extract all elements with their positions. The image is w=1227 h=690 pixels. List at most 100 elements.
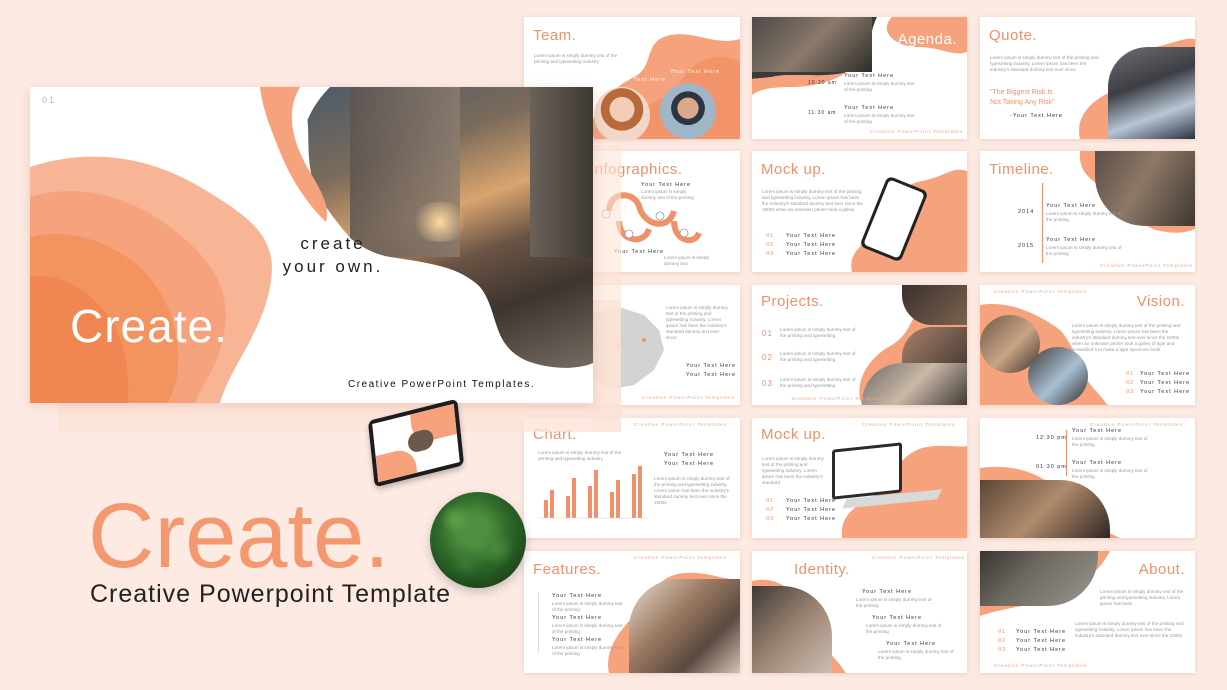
chart-desc: Lorem ipsum is simply dummy text of the … <box>654 476 730 505</box>
identity-item-2: Your Text Here <box>872 615 923 621</box>
identity-desc-2: Lorem ipsum is simply dummy text of the … <box>866 623 942 634</box>
mockup2-num-3: 03 <box>766 516 775 522</box>
slide-thumb-features[interactable]: Creative PowerPoint Templates Features. … <box>524 551 740 673</box>
mockup2-item-1: Your Text Here <box>786 498 837 504</box>
slide-thumb-mockup-phone[interactable]: Mock up. Lorem ipsum is simply dummy tex… <box>752 151 967 272</box>
mockup2-body: Lorem ipsum is simply dummy text of the … <box>762 456 824 485</box>
features-desc-2: Lorem ipsum is simply dummy text of the … <box>552 623 623 634</box>
tablet-screen <box>372 403 460 483</box>
team-member-photo-2 <box>660 83 716 139</box>
agenda-title: Agenda. <box>897 31 957 48</box>
team-title: Team. <box>533 27 577 44</box>
projects-title: Projects. <box>761 293 824 310</box>
cover-slide[interactable]: 01 create your own. Create. Creative Pow… <box>30 87 593 403</box>
features-title: Features. <box>533 561 601 578</box>
quote-line-1: "The Biggest Risk Is <box>990 89 1053 96</box>
features-item-2: Your Text Here <box>552 615 603 621</box>
potted-plant-decoration <box>430 492 526 588</box>
mockup1-num-1: 01 <box>766 233 775 239</box>
about-item-2: Your Text Here <box>1016 638 1067 644</box>
slide-thumb-schedule[interactable]: Creative PowerPoint Templates 12:30 pm 0… <box>980 418 1195 538</box>
mockup1-item-3: Your Text Here <box>786 251 837 257</box>
features-desc-3: Lorem ipsum is simply dummy text of the … <box>552 645 623 656</box>
about-num-3: 03 <box>998 647 1007 653</box>
map-footer: Creative PowerPoint Templates <box>642 395 736 400</box>
slide-thumb-mockup-laptop[interactable]: Creative PowerPoint Templates Mock up. L… <box>752 418 967 538</box>
quote-text: "The Biggest Risk Is Not Taking Any Risk" <box>990 88 1055 108</box>
agenda-desc-2: Lorem ipsum is simply dummy text of the … <box>844 113 915 124</box>
about-footer: Creative PowerPoint Templates <box>994 663 1088 668</box>
mockup2-item-2: Your Text Here <box>786 507 837 513</box>
infographics-desc-1: Lorem ipsum is simply dummy text of the … <box>641 189 694 200</box>
mockup1-item-1: Your Text Here <box>786 233 837 239</box>
timeline-label-2: Your Text Here <box>1046 237 1097 243</box>
features-axis <box>538 593 539 653</box>
projects-photo-2 <box>902 327 967 367</box>
vision-item-3: Your Text Here <box>1140 389 1191 395</box>
timeline-label-1: Your Text Here <box>1046 203 1097 209</box>
vision-header: Creative PowerPoint Templates <box>994 289 1088 294</box>
slide-thumb-quote[interactable]: Quote. Lorem ipsum is simply dummy text … <box>980 17 1195 139</box>
team-label-1: Your Text Here <box>616 77 667 83</box>
team-member-photo-1 <box>594 87 650 139</box>
template-preview-canvas: Team. Lorem ipsum is simply dummy text o… <box>0 0 1227 690</box>
map-label-2: Your Text Here <box>686 372 737 378</box>
projects-num-3: 03 <box>762 379 773 388</box>
quote-body-text: Lorem ipsum is simply dummy text of the … <box>990 55 1099 72</box>
slide-thumb-agenda[interactable]: Agenda. 10:30 am 11:30 am Your Text Here… <box>752 17 967 139</box>
vision-num-2: 02 <box>1126 380 1135 386</box>
features-item-3: Your Text Here <box>552 637 603 643</box>
cover-shadow-edge <box>593 145 621 432</box>
projects-desc-3: Lorem ipsum is simply dummy text of the … <box>780 377 856 388</box>
slide-thumb-projects[interactable]: Projects. 01 02 03 Lorem ipsum is simply… <box>752 285 967 405</box>
schedule-label-2: Your Text Here <box>1072 460 1123 466</box>
identity-title: Identity. <box>794 561 850 578</box>
timeline-year-2: 2015 <box>1018 243 1035 249</box>
projects-desc-1: Lorem ipsum is simply dummy text of the … <box>780 327 856 338</box>
identity-item-1: Your Text Here <box>862 589 913 595</box>
cover-page-number: 01 <box>42 95 57 105</box>
slide-thumb-chart[interactable]: Creative PowerPoint Templates Chart. Lor… <box>524 418 740 538</box>
slide-thumb-vision[interactable]: Creative PowerPoint Templates Vision. Lo… <box>980 285 1195 405</box>
cover-tagline-line-1: create <box>300 234 366 253</box>
cover-title: Create. <box>70 300 228 352</box>
timeline-desc-2: Lorem ipsum is simply dummy text of the … <box>1046 245 1122 256</box>
identity-item-3: Your Text Here <box>886 641 937 647</box>
mockup1-num-2: 02 <box>766 242 775 248</box>
identity-desc-3: Lorem ipsum is simply dummy text of the … <box>878 649 954 660</box>
agenda-label-1: Your Text Here <box>844 73 895 79</box>
slide-thumb-timeline[interactable]: Timeline. 2014 2015 Your Text Here Your … <box>980 151 1195 272</box>
projects-footer: Creative PowerPoint Templates <box>792 396 886 401</box>
cover-footer: Creative PowerPoint Templates. <box>348 379 536 390</box>
infographics-desc-2: Lorem ipsum is simply dummy text <box>664 255 710 266</box>
projects-num-2: 02 <box>762 353 773 362</box>
about-title: About. <box>1138 561 1185 578</box>
hero-subtitle: Creative Powerpoint Template <box>90 580 452 608</box>
timeline-year-1: 2014 <box>1018 209 1035 215</box>
timeline-desc-1: Lorem ipsum is simply dummy text of the … <box>1046 211 1122 222</box>
schedule-time-1: 12:30 pm <box>1036 435 1067 441</box>
about-item-3: Your Text Here <box>1016 647 1067 653</box>
about-body-1: Lorem ipsum is simply dummy text of the … <box>1100 589 1184 606</box>
vision-num-3: 03 <box>1126 389 1135 395</box>
slide-thumb-about[interactable]: About. Lorem ipsum is simply dummy text … <box>980 551 1195 673</box>
mockup2-num-2: 02 <box>766 507 775 513</box>
features-item-1: Your Text Here <box>552 593 603 599</box>
vision-body: Lorem ipsum is simply dummy text of the … <box>1072 323 1181 352</box>
slide-thumb-identity[interactable]: Creative PowerPoint Templates Identity. … <box>752 551 967 673</box>
schedule-axis <box>1066 430 1067 476</box>
vision-item-2: Your Text Here <box>1140 380 1191 386</box>
features-header: Creative PowerPoint Templates <box>634 555 728 560</box>
timeline-footer: Creative PowerPoint Templates <box>1100 263 1194 268</box>
agenda-time-1: 10:30 am <box>808 80 837 86</box>
agenda-laptop-photo <box>752 17 872 72</box>
hero-title: Create. <box>88 485 390 587</box>
infographics-label-2: Your Text Here <box>614 249 665 255</box>
timeline-title: Timeline. <box>989 161 1054 178</box>
vision-num-1: 01 <box>1126 371 1135 377</box>
quote-line-2: Not Taking Any Risk" <box>990 99 1055 106</box>
schedule-desc-1: Lorem ipsum is simply dummy text of the … <box>1072 436 1148 447</box>
laptop-mockup-screen <box>832 442 902 500</box>
features-laptop-photo <box>629 579 740 673</box>
team-body-text: Lorem ipsum is simply dummy text of the … <box>534 53 618 64</box>
